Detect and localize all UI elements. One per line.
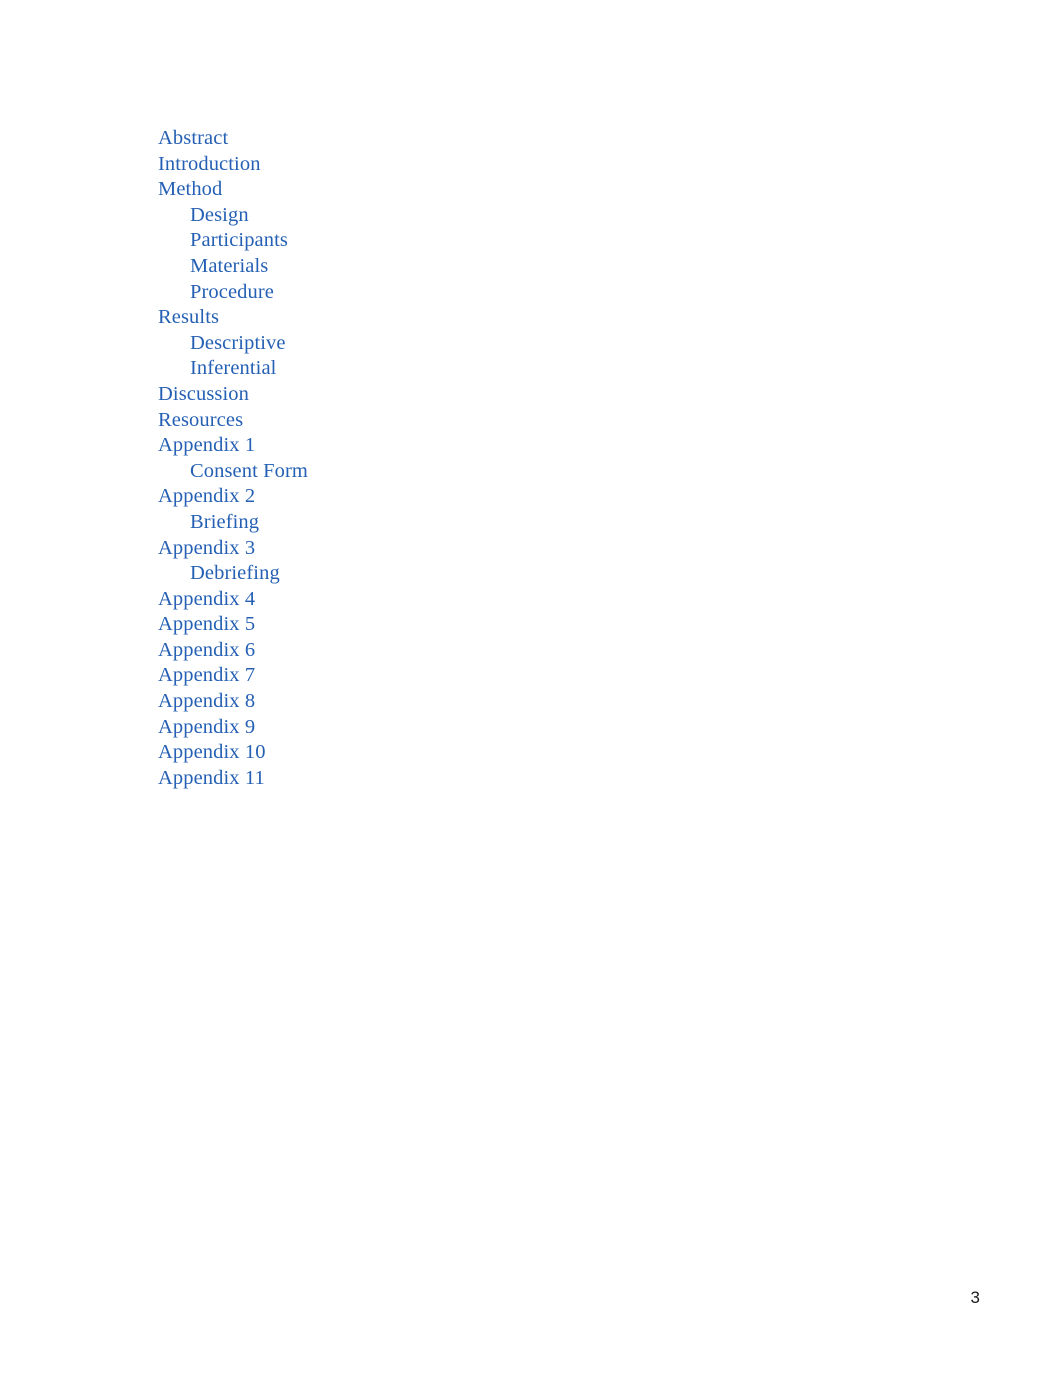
- page-number: 3: [970, 1288, 980, 1307]
- toc-entry[interactable]: Briefing: [158, 510, 918, 536]
- toc-entry[interactable]: Results: [158, 305, 918, 331]
- toc-entry[interactable]: Descriptive: [158, 331, 918, 357]
- toc-entry[interactable]: Appendix 7: [158, 663, 918, 689]
- toc-entry[interactable]: Introduction: [158, 152, 918, 178]
- toc-entry[interactable]: Appendix 11: [158, 766, 918, 792]
- toc-entry[interactable]: Debriefing: [158, 561, 918, 587]
- toc-entry[interactable]: Appendix 5: [158, 612, 918, 638]
- toc-entry[interactable]: Appendix 4: [158, 587, 918, 613]
- toc-entry[interactable]: Appendix 9: [158, 715, 918, 741]
- toc-entry[interactable]: Appendix 3: [158, 536, 918, 562]
- table-of-contents: Abstract Introduction Method Design Particip…: [158, 126, 918, 791]
- toc-entry[interactable]: Consent Form: [158, 459, 918, 485]
- toc-entry[interactable]: Design: [158, 203, 918, 229]
- toc-entry[interactable]: Appendix 1: [158, 433, 918, 459]
- toc-entry[interactable]: Method: [158, 177, 918, 203]
- toc-entry[interactable]: Inferential: [158, 356, 918, 382]
- toc-entry[interactable]: Procedure: [158, 280, 918, 306]
- toc-entry[interactable]: Resources: [158, 408, 918, 434]
- toc-entry[interactable]: Abstract: [158, 126, 918, 152]
- toc-entry[interactable]: Appendix 8: [158, 689, 918, 715]
- document-page: Abstract Introduction Method Design Particip…: [0, 0, 1062, 1377]
- toc-entry[interactable]: Participants: [158, 228, 918, 254]
- toc-entry[interactable]: Materials: [158, 254, 918, 280]
- toc-entry[interactable]: Discussion: [158, 382, 918, 408]
- toc-entry[interactable]: Appendix 6: [158, 638, 918, 664]
- toc-entry[interactable]: Appendix 10: [158, 740, 918, 766]
- toc-entry[interactable]: Appendix 2: [158, 484, 918, 510]
